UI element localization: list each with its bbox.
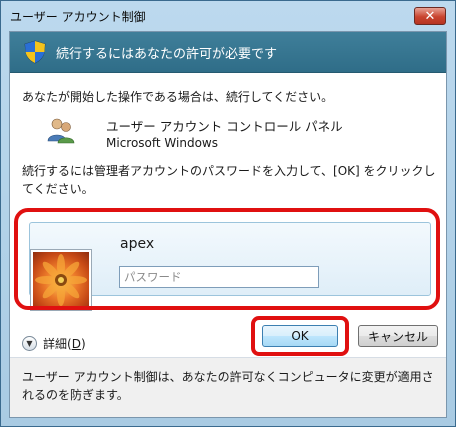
dialog-content: 続行するにはあなたの許可が必要です あなたが開始した操作である場合は、続行してく… <box>9 31 447 418</box>
title-bar: ユーザー アカウント制御 ✕ <box>1 1 455 31</box>
details-label: 詳細(D) <box>43 337 86 351</box>
instruction-text: 続行するには管理者アカウントのパスワードを入力して、[OK] をクリックしてくだ… <box>22 164 436 196</box>
banner-text: 続行するにはあなたの許可が必要です <box>56 47 278 62</box>
footer: ユーザー アカウント制御は、あなたの許可なくコンピュータに変更が適用されるのを防… <box>10 358 446 417</box>
uac-dialog: ユーザー アカウント制御 ✕ 続行するにはあなたの許可が必要です あなたが開始し… <box>0 0 456 427</box>
window-title: ユーザー アカウント制御 <box>10 10 146 24</box>
program-name: ユーザー アカウント コントロール パネル <box>106 119 343 134</box>
footer-text: ユーザー アカウント制御は、あなたの許可なくコンピュータに変更が適用されるのを防… <box>22 370 434 402</box>
intro-text: あなたが開始した操作である場合は、続行してください。 <box>22 90 334 104</box>
close-icon: ✕ <box>424 8 436 24</box>
shield-icon <box>24 40 46 64</box>
program-publisher: Microsoft Windows <box>106 136 218 150</box>
credential-highlight <box>14 208 440 310</box>
users-icon <box>47 118 75 144</box>
close-button[interactable]: ✕ <box>414 7 446 25</box>
permission-banner: 続行するにはあなたの許可が必要です <box>10 32 446 73</box>
details-button[interactable]: ▼ 詳細(D) <box>22 335 86 352</box>
chevron-down-icon: ▼ <box>22 336 37 351</box>
ok-highlight <box>251 316 349 356</box>
cancel-button[interactable]: キャンセル <box>358 325 438 347</box>
